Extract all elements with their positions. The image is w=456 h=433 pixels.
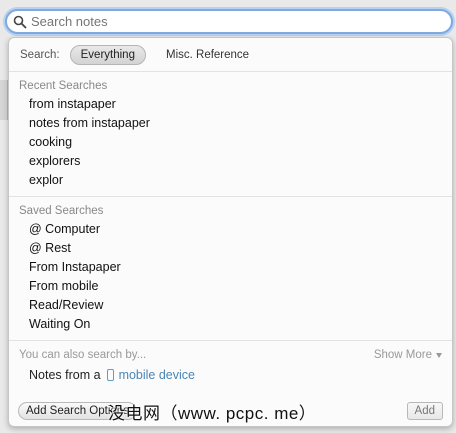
recent-search-item[interactable]: notes from instapaper [9,114,452,133]
scope-bar: Search: Everything Misc. Reference [9,38,452,72]
saved-search-item[interactable]: Waiting On [9,315,452,334]
background-window-edge [0,80,8,120]
saved-search-item[interactable]: @ Computer [9,220,452,239]
add-button[interactable]: Add [406,402,443,420]
saved-search-item[interactable]: Read/Review [9,296,452,315]
saved-search-item[interactable]: From mobile [9,277,452,296]
also-search-title: You can also search by... [19,349,147,361]
scope-label: Search: [20,48,60,61]
watermark-text: 没电网（www. pcpc. me） [108,404,317,423]
search-input[interactable] [31,12,431,31]
recent-search-item[interactable]: explor [9,171,452,190]
search-popover: Search: Everything Misc. Reference Recen… [8,37,453,427]
scope-misc-reference-button[interactable]: Misc. Reference [156,46,259,64]
search-icon [13,14,29,30]
saved-search-item[interactable]: From Instapaper [9,258,452,277]
saved-searches-title: Saved Searches [19,205,104,217]
recent-searches-section: Recent Searches from instapaper notes fr… [9,72,452,197]
recent-searches-title: Recent Searches [19,80,108,92]
notes-from-label: Notes from a [29,368,101,382]
show-more-label: Show More [373,349,432,361]
recent-search-item[interactable]: cooking [9,133,452,152]
show-more-button[interactable]: Show More [374,349,442,361]
mobile-device-token[interactable]: mobile device [119,368,195,382]
triangle-down-icon [436,352,442,358]
scope-everything-button[interactable]: Everything [69,44,146,65]
recent-search-item[interactable]: from instapaper [9,95,452,114]
notes-from-device-row[interactable]: Notes from a mobile device [9,365,452,385]
recent-search-item[interactable]: explorers [9,152,452,171]
saved-search-item[interactable]: @ Rest [9,239,452,258]
saved-searches-section: Saved Searches @ Computer @ Rest From In… [9,197,452,341]
mobile-device-icon [106,369,114,381]
search-field[interactable] [5,9,453,34]
also-search-section: You can also search by... Show More Note… [9,341,452,385]
